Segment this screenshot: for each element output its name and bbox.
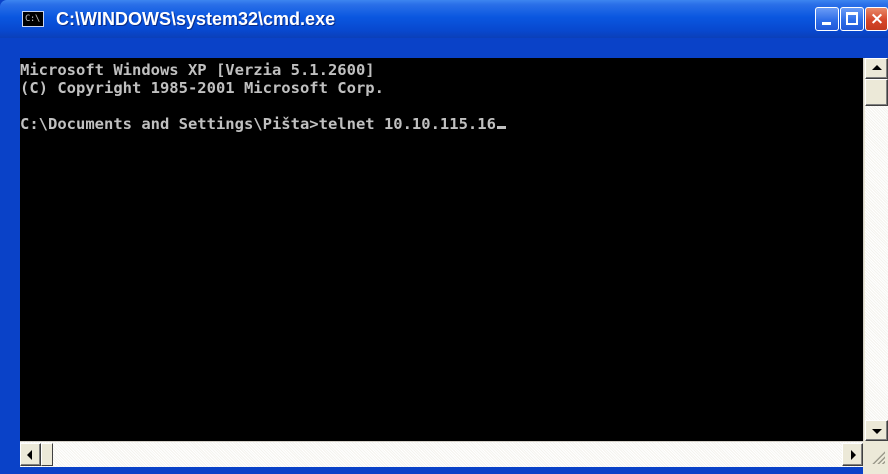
console-command-text: C:\Documents and Settings\Pišta>telnet 1… [20, 115, 496, 133]
window-frame-bottom [0, 466, 863, 474]
close-button[interactable]: × [865, 7, 888, 31]
maximize-button[interactable] [840, 7, 864, 31]
arrow-right-icon [851, 450, 856, 460]
horizontal-scrollbar[interactable] [20, 441, 863, 467]
console-output[interactable]: Microsoft Windows XP [Verzia 5.1.2600] (… [20, 58, 863, 441]
window-title: C:\WINDOWS\system32\cmd.exe [56, 9, 336, 29]
arrow-up-icon [872, 65, 882, 70]
console-line: Microsoft Windows XP [Verzia 5.1.2600] [20, 61, 375, 79]
text-cursor [496, 126, 506, 129]
scroll-left-button[interactable] [20, 443, 41, 466]
console-prompt-line[interactable]: C:\Documents and Settings\Pišta>telnet 1… [20, 115, 506, 133]
window-frame-left [0, 38, 20, 474]
horizontal-scroll-thumb[interactable] [41, 443, 53, 466]
vertical-scroll-thumb[interactable] [865, 79, 888, 106]
scroll-right-button[interactable] [842, 443, 863, 466]
arrow-left-icon [27, 450, 32, 460]
minimize-button[interactable] [815, 7, 839, 31]
resize-grip-icon[interactable] [871, 450, 885, 464]
vertical-scrollbar[interactable] [863, 58, 888, 441]
console-app-icon[interactable]: C:\ [22, 11, 44, 27]
maximize-icon [846, 12, 858, 25]
scroll-up-button[interactable] [865, 58, 888, 79]
minimize-icon [822, 22, 831, 25]
scrollbar-corner [863, 441, 888, 474]
vertical-scroll-track[interactable] [865, 106, 888, 420]
arrow-down-icon [872, 429, 882, 434]
title-bar[interactable]: C:\ C:\WINDOWS\system32\cmd.exe × [0, 0, 888, 38]
close-icon: × [869, 9, 885, 29]
console-line: (C) Copyright 1985-2001 Microsoft Corp. [20, 79, 384, 97]
scroll-down-button[interactable] [865, 420, 888, 441]
window-frame-top [0, 38, 888, 58]
